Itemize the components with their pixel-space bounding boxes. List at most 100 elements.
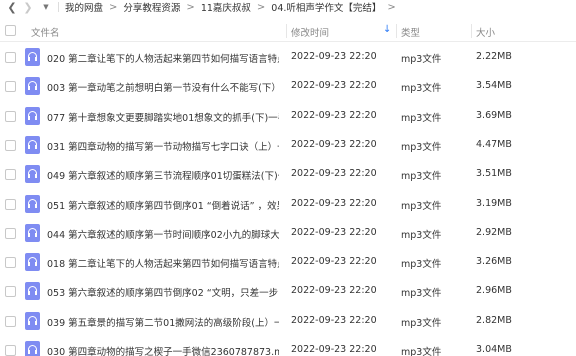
file-size: 3.26MB xyxy=(476,256,512,268)
file-name[interactable]: 020 第二章让笔下的人物活起来第四节如何描写语言特点... xyxy=(47,51,279,65)
file-size: 2.96MB xyxy=(476,285,512,297)
file-modified: 2022-09-23 22:20 xyxy=(291,226,377,238)
file-name[interactable]: 003 第一章动笔之前想明白第一节没有什么不能写(下）... xyxy=(47,80,279,94)
breadcrumb-separator-icon: > xyxy=(387,1,396,13)
audio-file-icon xyxy=(25,282,40,301)
back-icon[interactable]: ❮ xyxy=(4,0,20,14)
audio-file-icon xyxy=(25,106,40,125)
divider xyxy=(58,2,59,12)
select-all-checkbox[interactable] xyxy=(5,25,16,36)
row-checkbox[interactable] xyxy=(5,52,16,63)
file-row[interactable]: 031 第四章动物的描写第一节动物描写七字口诀（上）一... 2022-09-23… xyxy=(0,130,576,160)
file-type: mp3文件 xyxy=(401,83,442,95)
file-row[interactable]: 030 第四章动物的描写之楔子一手微信2360787873.mp3 2022-09… xyxy=(0,335,576,356)
column-header-modified[interactable]: 修改时间 xyxy=(291,25,329,39)
audio-file-icon xyxy=(25,48,40,66)
file-type: mp3文件 xyxy=(401,288,442,300)
file-size: 3.04MB xyxy=(476,344,512,355)
breadcrumb-item[interactable]: 分享教程资源 xyxy=(123,0,180,14)
row-checkbox[interactable] xyxy=(5,169,16,181)
column-header-name[interactable]: 文件名 xyxy=(31,25,60,39)
row-checkbox[interactable] xyxy=(5,286,16,298)
file-size: 3.19MB xyxy=(476,197,512,209)
row-checkbox[interactable] xyxy=(5,139,16,151)
file-modified: 2022-09-23 22:20 xyxy=(291,51,377,62)
file-name[interactable]: 044 第六章叙述的顺序第一节时间顺序02小九的脚球大战... xyxy=(47,227,279,241)
row-checkbox[interactable] xyxy=(5,81,16,93)
file-size: 3.51MB xyxy=(476,168,512,180)
file-modified: 2022-09-23 22:20 xyxy=(291,256,377,268)
forward-icon[interactable]: ❯ xyxy=(20,0,36,14)
file-row[interactable]: 018 第二章让笔下的人物活起来第四节如何描写语言特点... 2022-09-23… xyxy=(0,247,576,277)
file-type: mp3文件 xyxy=(401,54,442,65)
audio-file-icon xyxy=(25,77,40,96)
file-modified: 2022-09-23 22:20 xyxy=(291,168,377,180)
column-divider[interactable] xyxy=(286,24,287,38)
audio-file-icon xyxy=(25,135,40,154)
file-type: mp3文件 xyxy=(401,347,442,356)
file-row[interactable]: 051 第六章叙述的顺序第四节倒序01 “倒着说话” ，效果... 2022-09… xyxy=(0,189,576,219)
navigation-bar: ❮ ❯ ▼ 我的网盘 > 分享教程资源 > 11嘉庆叔叔 > 04.听相声学作文… xyxy=(0,0,576,15)
breadcrumb-item-root[interactable]: 我的网盘 xyxy=(65,0,103,14)
column-header-type[interactable]: 类型 xyxy=(401,25,420,39)
file-type: mp3文件 xyxy=(401,141,442,153)
file-size: 2.82MB xyxy=(476,314,512,326)
file-type: mp3文件 xyxy=(401,200,442,212)
file-row[interactable]: 039 第五章景的描写第二节01撒网法的高级阶段(上）一... 2022-09-2… xyxy=(0,306,576,336)
file-type: mp3文件 xyxy=(401,171,442,183)
file-size: 3.54MB xyxy=(476,80,512,92)
file-name[interactable]: 051 第六章叙述的顺序第四节倒序01 “倒着说话” ，效果... xyxy=(47,198,279,212)
file-modified: 2022-09-23 22:20 xyxy=(291,344,377,355)
file-name[interactable]: 077 第十章想象文更要脚踏实地01想象文的抓手(下)一手... xyxy=(47,110,279,124)
file-size: 2.92MB xyxy=(476,226,512,238)
breadcrumb-separator-icon: > xyxy=(256,1,266,13)
file-modified: 2022-09-23 22:20 xyxy=(291,109,377,121)
file-name[interactable]: 030 第四章动物的描写之楔子一手微信2360787873.mp3 xyxy=(47,344,279,356)
breadcrumb-separator-icon: > xyxy=(186,1,195,13)
file-name[interactable]: 018 第二章让笔下的人物活起来第四节如何描写语言特点... xyxy=(47,256,279,270)
file-modified: 2022-09-23 22:20 xyxy=(291,314,377,326)
breadcrumb-separator-icon: > xyxy=(109,1,118,13)
file-name[interactable]: 049 第六章叙述的顺序第三节流程顺序01切蛋糕法(下)一... xyxy=(47,168,279,182)
file-row[interactable]: 044 第六章叙述的顺序第一节时间顺序02小九的脚球大战... 2022-09-2… xyxy=(0,218,576,248)
row-checkbox[interactable] xyxy=(5,345,16,356)
file-list-header: 文件名 修改时间 ↓ 类型 大小 xyxy=(0,20,576,42)
audio-file-icon xyxy=(25,311,40,330)
row-checkbox[interactable] xyxy=(5,257,16,269)
audio-file-icon xyxy=(25,341,40,356)
file-size: 3.69MB xyxy=(476,109,512,121)
file-name[interactable]: 039 第五章景的描写第二节01撒网法的高级阶段(上）一... xyxy=(47,315,279,329)
file-modified: 2022-09-23 22:20 xyxy=(291,80,377,92)
column-divider[interactable] xyxy=(471,24,472,38)
audio-file-icon xyxy=(25,253,40,272)
file-size: 2.22MB xyxy=(476,51,512,62)
sort-down-arrow-icon[interactable]: ↓ xyxy=(383,24,391,35)
row-checkbox[interactable] xyxy=(5,110,16,122)
audio-file-icon xyxy=(25,165,40,184)
file-row[interactable]: 049 第六章叙述的顺序第三节流程顺序01切蛋糕法(下)一... 2022-09-… xyxy=(0,159,576,189)
file-modified: 2022-09-23 22:20 xyxy=(291,285,377,297)
file-modified: 2022-09-23 22:20 xyxy=(291,138,377,150)
file-type: mp3文件 xyxy=(401,259,442,271)
file-row[interactable]: 077 第十章想象文更要脚踏实地01想象文的抓手(下)一手... 2022-09-… xyxy=(0,101,576,131)
row-checkbox[interactable] xyxy=(5,315,16,327)
row-checkbox[interactable] xyxy=(5,227,16,239)
column-header-size[interactable]: 大小 xyxy=(476,25,495,39)
file-modified: 2022-09-23 22:20 xyxy=(291,197,377,209)
audio-file-icon xyxy=(25,194,40,213)
file-name[interactable]: 053 第六章叙述的顺序第四节倒序02 “文明，只差一步” ... xyxy=(47,285,279,299)
file-row[interactable]: 003 第一章动笔之前想明白第一节没有什么不能写(下）... 2022-09-23… xyxy=(0,71,576,101)
column-divider[interactable] xyxy=(396,24,397,38)
caret-down-icon[interactable]: ▼ xyxy=(38,0,54,14)
row-checkbox[interactable] xyxy=(5,198,16,210)
breadcrumb-item[interactable]: 11嘉庆叔叔 xyxy=(201,0,251,14)
breadcrumb-item-current[interactable]: 04.听相声学作文【完结】 xyxy=(271,0,381,14)
file-row[interactable]: 020 第二章让笔下的人物活起来第四节如何描写语言特点... 2022-09-23… xyxy=(0,42,576,72)
file-size: 4.47MB xyxy=(476,138,512,150)
file-name[interactable]: 031 第四章动物的描写第一节动物描写七字口诀（上）一... xyxy=(47,139,279,153)
file-type: mp3文件 xyxy=(401,112,442,124)
file-type: mp3文件 xyxy=(401,317,442,329)
audio-file-icon xyxy=(25,223,40,242)
file-row[interactable]: 053 第六章叙述的顺序第四节倒序02 “文明，只差一步” ... 2022-09… xyxy=(0,276,576,306)
file-type: mp3文件 xyxy=(401,229,442,241)
